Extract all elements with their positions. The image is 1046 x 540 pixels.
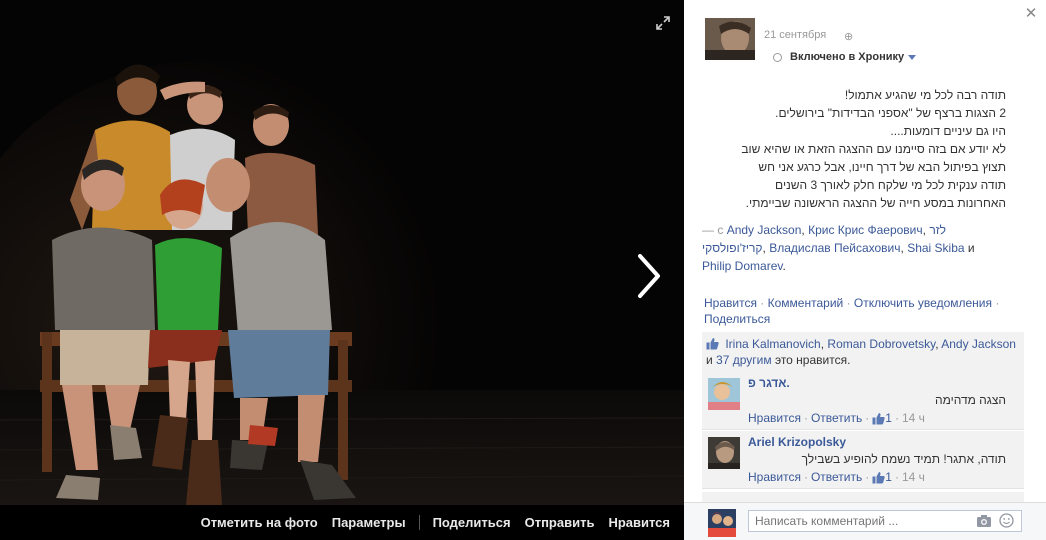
post-comment-link[interactable]: Комментарий: [768, 296, 844, 310]
comment-time[interactable]: 14 ч: [902, 470, 925, 484]
liker-link[interactable]: Roman Dobrovetsky: [827, 337, 935, 351]
likes-and: и: [706, 353, 713, 367]
likes-summary: Irina Kalmanovich, Roman Dobrovetsky, An…: [702, 332, 1024, 374]
post-date[interactable]: 21 сентября: [764, 29, 826, 41]
author-avatar[interactable]: [705, 18, 755, 60]
tagged-person-link[interactable]: Philip Domarev: [702, 259, 782, 273]
tagged-person-link[interactable]: Shai Skiba: [907, 241, 964, 255]
comment-like-link[interactable]: Нравится: [748, 411, 801, 425]
tagged-person-link[interactable]: Andy Jackson: [727, 223, 802, 237]
tag-photo-button[interactable]: Отметить на фото: [201, 515, 318, 530]
expand-icon[interactable]: [656, 16, 670, 30]
timeline-dropdown[interactable]: Включено в Хронику: [773, 49, 917, 65]
comment-composer: [684, 502, 1046, 540]
caret-down-icon: [908, 54, 917, 60]
tagged-person-link[interactable]: Владислав Пейсахович: [769, 241, 900, 255]
post-text: תודה רבה לכל מי שהגיע אתמול! 2 הצגות ברצ…: [702, 86, 1006, 212]
commenter-name[interactable]: אדגר פ.: [748, 376, 790, 390]
thumbs-up-icon: [872, 412, 885, 424]
likes-suffix: это нравится.: [774, 353, 851, 367]
comment-partial: [702, 492, 1024, 502]
camera-icon[interactable]: [976, 514, 992, 528]
comment-like-count[interactable]: 1: [872, 411, 892, 425]
post-action-links: Нравится · Комментарий · Отключить уведо…: [704, 296, 1000, 326]
like-button[interactable]: Нравится: [608, 515, 670, 530]
comment-reply-link[interactable]: Ответить: [811, 470, 862, 484]
post-unfollow-link[interactable]: Отключить уведомления: [854, 296, 992, 310]
radio-dot-icon: [773, 52, 782, 62]
tags-and: и: [967, 241, 975, 255]
photo-viewer: Отметить на фото Параметры Поделиться От…: [0, 0, 1046, 540]
post-share-link[interactable]: Поделиться: [704, 312, 770, 326]
tagged-people: — с Andy Jackson, Крис Крис Фаерович, לז…: [702, 223, 975, 273]
comment-like-link[interactable]: Нравится: [748, 470, 801, 484]
post-line: תודה רבה לכל מי שהגיע אתמול!: [844, 88, 1006, 102]
comment-reply-link[interactable]: Ответить: [811, 411, 862, 425]
post-line: היו גם עיניים דומעות....: [890, 124, 1006, 138]
photo-sidebar: ✕ 21 сентября ⊕ Включено в Хронику תודה …: [684, 0, 1046, 540]
tags-prefix: — с: [702, 223, 724, 237]
like-count-value: 1: [885, 411, 892, 425]
close-icon[interactable]: ✕: [1024, 6, 1038, 21]
comment: Ariel Krizopolsky תודה, אתגר! תמיד נשמח …: [702, 431, 1024, 489]
share-button[interactable]: Поделиться: [433, 515, 511, 530]
theater-photo[interactable]: [0, 0, 684, 505]
thumbs-up-icon: [706, 338, 719, 350]
globe-icon[interactable]: ⊕: [844, 30, 853, 43]
user-avatar: [708, 509, 736, 537]
comment-actions: Нравится · Ответить · 1 · 14 ч: [748, 411, 925, 425]
comment-text: תודה, אתגר! תמיד נשמח להופיע בשבילך: [801, 452, 1006, 466]
send-button[interactable]: Отправить: [525, 515, 595, 530]
liker-link[interactable]: Irina Kalmanovich: [725, 337, 820, 351]
timeline-label: Включено в Хронику: [790, 51, 905, 63]
options-button[interactable]: Параметры: [332, 515, 406, 530]
commenter-avatar[interactable]: [708, 437, 740, 469]
photo-action-bar: Отметить на фото Параметры Поделиться От…: [0, 505, 684, 540]
commenter-avatar[interactable]: [708, 378, 740, 410]
likes-others-link[interactable]: 37 другим: [716, 353, 772, 367]
post-line: תצוץ בפיתול הבא של דרך חיינו, אבל כרגע א…: [758, 160, 1006, 174]
emoji-icon[interactable]: [999, 513, 1014, 528]
like-count-value: 1: [885, 470, 892, 484]
post-line: לא יודע אם בזה סיימנו עם ההצגה הזאת או ש…: [741, 142, 1006, 156]
next-photo-arrow-icon[interactable]: [628, 248, 668, 304]
photo-stage: Отметить на фото Параметры Поделиться От…: [0, 0, 684, 540]
post-line: האחרונות במסע חייה של ההצגה הראשונה שביי…: [745, 196, 1006, 210]
comment-time[interactable]: 14 ч: [902, 411, 925, 425]
post-line: 2 הצגות ברצף של "אספני הבדידות" בירושלים…: [775, 106, 1006, 120]
tagged-person-link[interactable]: Крис Крис Фаерович: [808, 223, 923, 237]
thumbs-up-icon: [872, 471, 885, 483]
comment-actions: Нравится · Ответить · 1 · 14 ч: [748, 470, 925, 484]
divider: [418, 515, 420, 530]
liker-link[interactable]: Andy Jackson: [941, 337, 1016, 351]
comment-like-count[interactable]: 1: [872, 470, 892, 484]
comment: אדגר פ. הצגה מדהימה Нравится · Ответить …: [702, 372, 1024, 430]
commenter-name[interactable]: Ariel Krizopolsky: [748, 435, 846, 449]
comment-text: הצגה מדהימה: [934, 393, 1006, 407]
post-line: תודה ענקית לכל מי שלקח חלק לאורך 3 השנים: [775, 178, 1006, 192]
post-like-link[interactable]: Нравится: [704, 296, 757, 310]
